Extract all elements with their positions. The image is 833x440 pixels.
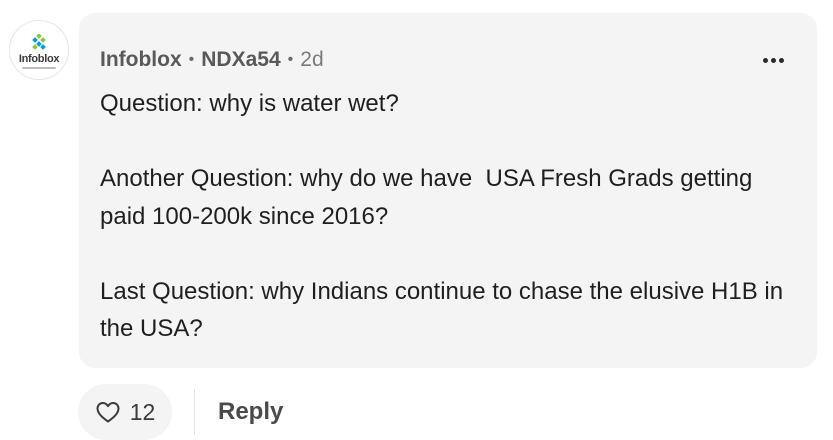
more-dot <box>771 58 776 63</box>
reply-button[interactable]: Reply <box>218 398 283 426</box>
logo-text: Infoblox <box>18 52 60 65</box>
meta-separator: • <box>188 51 195 68</box>
logo-tagline <box>22 66 56 69</box>
meta-separator: • <box>287 51 294 68</box>
more-dot <box>763 58 768 63</box>
comment-bubble: Infoblox • NDXa54 • 2d Question: why is … <box>79 13 817 368</box>
comment-paragraph: Another Question: why do we have USA Fre… <box>100 165 760 230</box>
heart-icon <box>96 402 120 423</box>
comment-paragraph: Last Question: why Indians continue to c… <box>100 277 790 343</box>
comment-body: Question: why is water wet? Another Ques… <box>100 85 790 348</box>
timestamp: 2d <box>300 48 324 71</box>
user-handle[interactable]: NDXa54 <box>201 47 280 73</box>
more-dot <box>779 58 784 63</box>
comment-paragraph: Question: why is water wet? <box>100 90 399 117</box>
like-count: 12 <box>129 398 156 425</box>
company-avatar[interactable]: Infoblox <box>9 20 69 80</box>
comment-actions: 12 Reply <box>78 384 283 440</box>
infoblox-logo-icon <box>32 33 46 50</box>
more-options-icon[interactable] <box>763 58 784 63</box>
company-name[interactable]: Infoblox <box>100 47 182 73</box>
comment-meta: Infoblox • NDXa54 • 2d <box>100 47 324 73</box>
action-divider <box>194 389 195 435</box>
like-button[interactable]: 12 <box>78 384 172 440</box>
